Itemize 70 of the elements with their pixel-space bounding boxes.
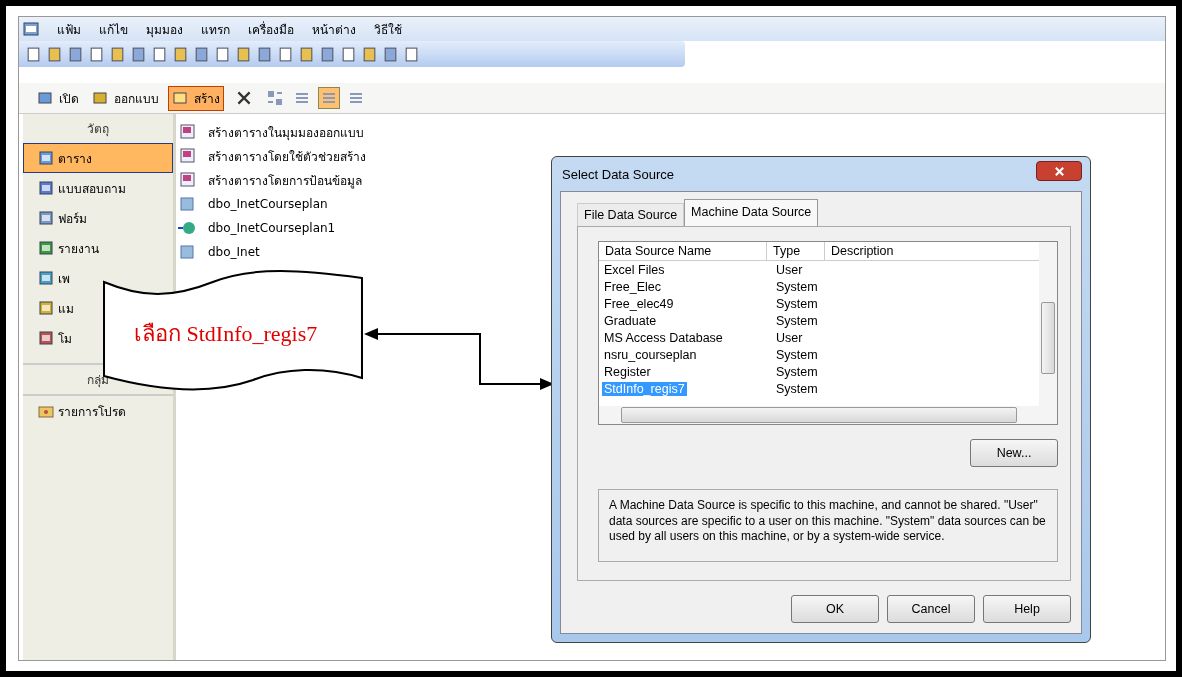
delete-icon[interactable]: [235, 89, 253, 107]
sidebar-item[interactable]: ฟอร์ม: [23, 203, 90, 233]
table-cell-text: User: [775, 330, 804, 345]
sidebar-item[interactable]: เพ: [23, 263, 73, 293]
close-button[interactable]: [1036, 161, 1082, 181]
menu-item[interactable]: เครื่องมือ: [248, 19, 294, 39]
object-item[interactable]: สร้างตารางโดยการป้อนข้อมูล: [178, 168, 366, 192]
view-button[interactable]: [318, 87, 340, 109]
sidebar-item[interactable]: ตาราง: [23, 143, 173, 173]
menu-item[interactable]: แฟ้ม: [57, 19, 81, 39]
callout-text: เลือก StdInfo_regis7: [134, 320, 318, 348]
toolbar-button[interactable]: ออกแบบ: [88, 85, 163, 111]
menu-item[interactable]: แก้ไข: [99, 19, 128, 39]
sidebar-item[interactable]: โม: [23, 323, 75, 353]
wizard-icon: [178, 172, 196, 188]
menu-item[interactable]: วิธีใช้: [374, 19, 402, 39]
table-icon: [178, 244, 196, 260]
close-icon: [1053, 165, 1065, 177]
sidebar-item[interactable]: รายการโปรด: [23, 396, 129, 426]
table-icon: [178, 196, 196, 212]
object-item[interactable]: สร้างตารางโดยใช้ตัวช่วยสร้าง: [178, 144, 366, 168]
object-item[interactable]: dbo_InetCourseplan: [178, 192, 366, 216]
list-view-icon: [294, 90, 310, 106]
sidebar-item[interactable]: แม: [23, 293, 77, 323]
list-view-icon: [321, 90, 337, 106]
table-cell[interactable]: Free_Elec: [602, 279, 663, 294]
table-cell[interactable]: Register: [602, 364, 653, 379]
table-cell[interactable]: nsru_courseplan: [602, 347, 699, 362]
table-cell-text: System: [775, 381, 819, 396]
large-icons-icon: [267, 90, 283, 106]
menu-item[interactable]: แทรก: [201, 19, 230, 39]
dialog-button[interactable]: OK: [791, 595, 879, 623]
table-cell-text: System: [775, 364, 819, 379]
table-cell-text: System: [775, 347, 819, 362]
table-cell-text: System: [775, 296, 819, 311]
table-cell[interactable]: Free_elec49: [602, 296, 676, 311]
table-cell-text: User: [775, 262, 804, 277]
toolbar-button[interactable]: เปิด: [33, 85, 83, 111]
wizard-icon: [178, 148, 196, 164]
table-cell[interactable]: Graduate: [602, 313, 659, 328]
table-icon: [38, 150, 54, 166]
toolbar-button[interactable]: สร้าง: [168, 85, 224, 111]
table-cell[interactable]: Excel Files: [602, 262, 667, 277]
column-header[interactable]: Description: [825, 242, 1039, 260]
menu-item[interactable]: มุมมอง: [146, 19, 183, 39]
sidebar-item[interactable]: แบบสอบถาม: [23, 173, 129, 203]
list-view-icon: [348, 90, 364, 106]
info-text: A Machine Data Source is specific to this machine, and cannot be shared. "User" data sources are specific to a user on this machine. "System" data sources can be used by all users on this machine, or by a system-wide service.: [609, 498, 1046, 544]
dialog-button[interactable]: Help: [983, 595, 1071, 623]
new-button[interactable]: New...: [970, 439, 1058, 467]
object-item[interactable]: สร้างตารางในมุมมองออกแบบ: [178, 120, 366, 144]
column-header[interactable]: Type: [767, 242, 825, 260]
column-header[interactable]: Data Source Name: [599, 242, 767, 260]
menu-item[interactable]: หน้าต่าง: [312, 19, 356, 39]
sidebar-item[interactable]: รายงาน: [23, 233, 102, 263]
wizard-icon: [178, 124, 196, 140]
vertical-scrollbar[interactable]: [1039, 242, 1057, 424]
dialog-button[interactable]: Cancel: [887, 595, 975, 623]
object-item[interactable]: dbo_Inet: [178, 240, 366, 264]
app-icon[interactable]: [23, 21, 39, 37]
globe-icon: [178, 220, 196, 236]
table-cell-text: System: [775, 313, 819, 328]
table-cell-text: System: [775, 279, 819, 294]
table-cell[interactable]: MS Access Database: [602, 330, 725, 345]
dialog-title: Select Data Source: [562, 166, 674, 182]
horizontal-scrollbar[interactable]: [599, 406, 1039, 424]
tab[interactable]: File Data Source: [577, 203, 685, 226]
object-item[interactable]: dbo_InetCourseplan1: [178, 216, 366, 240]
tab[interactable]: Machine Data Source: [684, 199, 819, 226]
section-header: วัตถุ: [86, 121, 110, 139]
